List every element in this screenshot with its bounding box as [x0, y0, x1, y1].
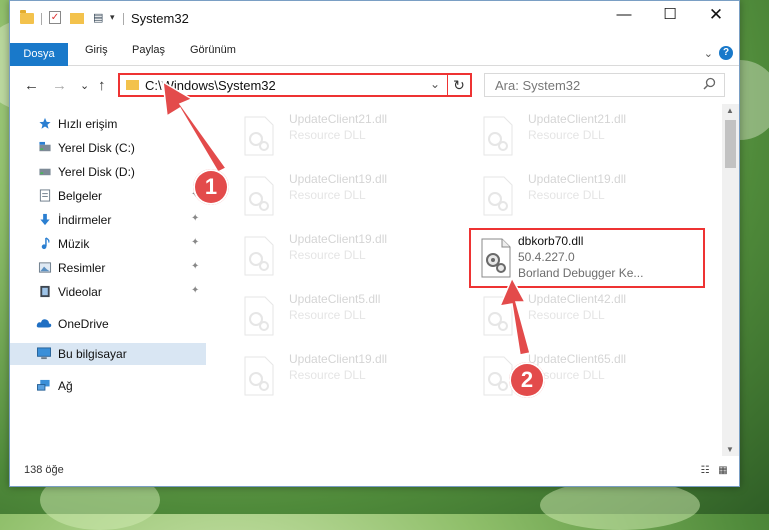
callout-1: 1 [193, 169, 229, 205]
arrow-1 [162, 80, 228, 173]
annotation-arrows [162, 80, 531, 356]
arrow-2 [498, 276, 531, 356]
callout-2: 2 [509, 362, 545, 398]
